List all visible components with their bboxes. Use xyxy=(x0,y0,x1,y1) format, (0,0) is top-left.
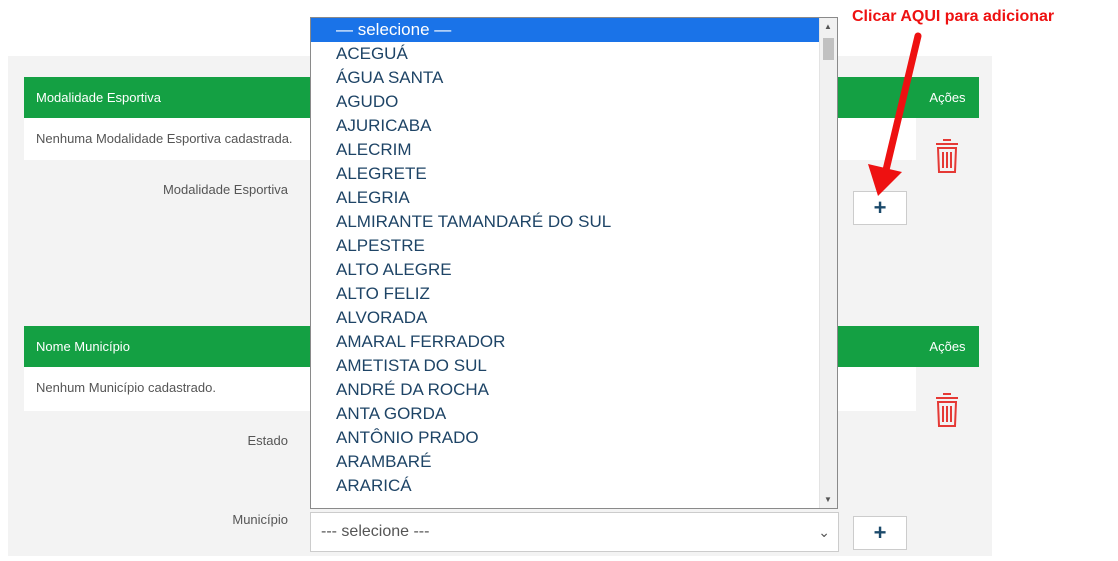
dropdown-option[interactable]: ANDRÉ DA ROCHA xyxy=(311,378,837,402)
dropdown-option[interactable]: ALTO FELIZ xyxy=(311,282,837,306)
municipio-header-label: Nome Município xyxy=(36,339,130,354)
actions-header-label: Ações xyxy=(929,339,966,354)
dropdown-option[interactable]: ALEGRETE xyxy=(311,162,837,186)
dropdown-option[interactable]: ALMIRANTE TAMANDARÉ DO SUL xyxy=(311,210,837,234)
dropdown-option[interactable]: AMETISTA DO SUL xyxy=(311,354,837,378)
dropdown-scrollbar[interactable]: ▲ ▼ xyxy=(819,18,837,508)
modalidade-empty-row: Nenhuma Modalidade Esportiva cadastrada. xyxy=(24,118,312,160)
dropdown-option[interactable]: AMARAL FERRADOR xyxy=(311,330,837,354)
municipio-actions-header: Ações xyxy=(916,326,979,367)
dropdown-option[interactable]: ARARICÁ xyxy=(311,474,837,498)
add-municipio-button[interactable]: + xyxy=(853,516,907,550)
scrollbar-thumb[interactable] xyxy=(823,38,834,60)
municipio-select[interactable]: --- selecione --- ⌄ xyxy=(310,512,839,552)
municipio-empty-message: Nenhum Município cadastrado. xyxy=(36,380,216,395)
dropdown-option[interactable]: — selecione — xyxy=(311,18,837,42)
modalidade-header-label: Modalidade Esportiva xyxy=(36,90,162,105)
dropdown-option[interactable]: ALTO ALEGRE xyxy=(311,258,837,282)
municipio-table-header: Nome Município xyxy=(24,326,312,367)
dropdown-option[interactable]: ACEGUÁ xyxy=(311,42,837,66)
delete-municipio-icon[interactable] xyxy=(934,390,960,428)
dropdown-option[interactable]: AJURICABA xyxy=(311,114,837,138)
annotation-arrow-icon xyxy=(868,32,922,196)
dropdown-option[interactable]: ARAMBARÉ xyxy=(311,450,837,474)
municipio-select-value: --- selecione --- xyxy=(321,523,430,540)
dropdown-option[interactable]: ALPESTRE xyxy=(311,234,837,258)
chevron-down-icon: ⌄ xyxy=(818,524,830,540)
scroll-up-icon[interactable]: ▲ xyxy=(824,22,832,31)
dropdown-option[interactable]: ANTÔNIO PRADO xyxy=(311,426,837,450)
dropdown-option[interactable]: ÁGUA SANTA xyxy=(311,66,837,90)
municipio-dropdown-list[interactable]: — selecione — ACEGUÁ ÁGUA SANTA AGUDO AJURIC… xyxy=(310,17,838,509)
annotation-text: Clicar AQUI para adicionar xyxy=(852,8,1055,25)
municipio-label: Município xyxy=(232,512,288,527)
modalidade-table-header: Modalidade Esportiva xyxy=(24,77,312,118)
estado-label: Estado xyxy=(247,433,288,448)
municipio-header-extension xyxy=(838,326,916,367)
dropdown-options: — selecione — ACEGUÁ ÁGUA SANTA AGUDO AJURIC… xyxy=(311,18,837,498)
municipio-empty-row: Nenhum Município cadastrado. xyxy=(24,367,312,411)
dropdown-option[interactable]: AGUDO xyxy=(311,90,837,114)
dropdown-option[interactable]: ALECRIM xyxy=(311,138,837,162)
modalidade-field-label: Modalidade Esportiva xyxy=(162,182,288,197)
scroll-down-icon[interactable]: ▼ xyxy=(824,495,832,504)
dropdown-option[interactable]: ALEGRIA xyxy=(311,186,837,210)
modalidade-empty-message: Nenhuma Modalidade Esportiva cadastrada. xyxy=(36,131,293,146)
dropdown-option[interactable]: ANTA GORDA xyxy=(311,402,837,426)
dropdown-option[interactable]: ALVORADA xyxy=(311,306,837,330)
municipio-empty-row-extension xyxy=(838,367,916,411)
